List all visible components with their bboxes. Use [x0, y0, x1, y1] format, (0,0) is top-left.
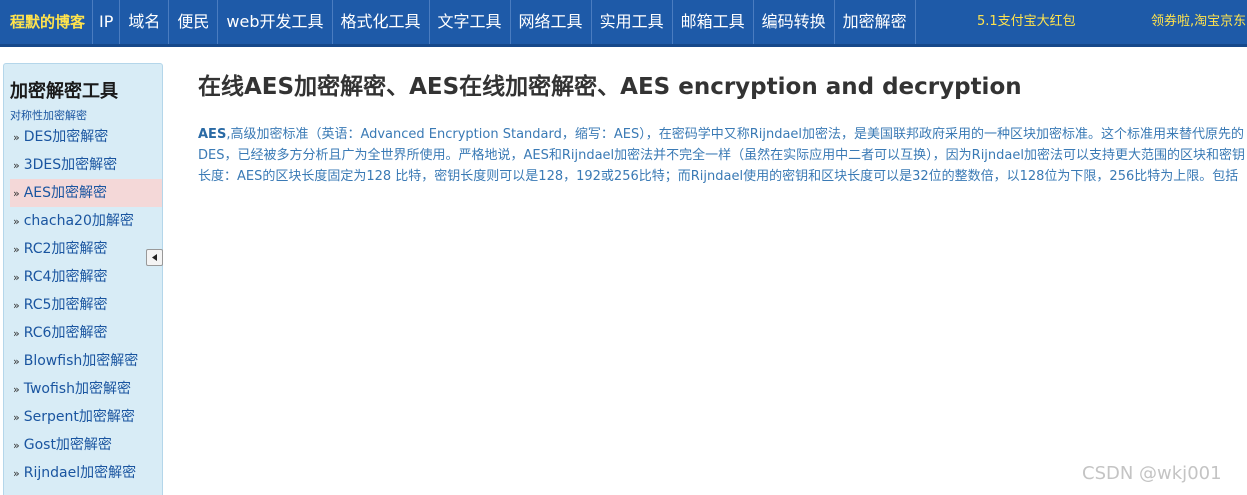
sidebar-item-label: RC2加密解密: [23, 241, 108, 257]
top-navigation: 程默的博客 IP 域名 便民 web开发工具 格式化工具 文字工具 网络工具 实…: [0, 0, 1247, 47]
sidebar-item-label: RC4加密解密: [23, 269, 108, 285]
sidebar: 加密解密工具 对称性加密解密 » DES加密解密» 3DES加密解密» AES加密解密…: [3, 63, 163, 495]
promo-alipay-link[interactable]: 5.1支付宝大红包: [977, 0, 1076, 44]
page-description: AES,高级加密标准（英语：Advanced Encryption Standa…: [198, 124, 1247, 190]
sidebar-item[interactable]: » Twofish加密解密: [10, 375, 162, 403]
sidebar-item[interactable]: » DES加密解密: [10, 123, 162, 151]
sidebar-item[interactable]: » chacha20加解密: [10, 207, 162, 235]
sidebar-item-label: Serpent加密解密: [23, 409, 135, 425]
nav-item-format-tools[interactable]: 格式化工具: [333, 0, 430, 44]
sidebar-list: » DES加密解密» 3DES加密解密» AES加密解密» chacha20加解密» RC…: [10, 123, 162, 487]
nav-item-network-tools[interactable]: 网络工具: [511, 0, 592, 44]
bullet-icon: »: [13, 299, 20, 312]
sidebar-item[interactable]: » RC2加密解密: [10, 235, 162, 263]
bullet-icon: »: [13, 215, 20, 228]
csdn-watermark: CSDN @wkj001: [1082, 463, 1222, 484]
nav-item-convenience[interactable]: 便民: [169, 0, 219, 44]
bullet-icon: »: [13, 439, 20, 452]
sidebar-item[interactable]: » Blowfish加密解密: [10, 347, 162, 375]
sidebar-item-label: DES加密解密: [23, 129, 109, 145]
bullet-icon: »: [13, 271, 20, 284]
sidebar-item[interactable]: » Rijndael加密解密: [10, 459, 162, 487]
sidebar-item-label: RC5加密解密: [23, 297, 108, 313]
sidebar-item-label: Rijndael加密解密: [23, 465, 137, 481]
nav-item-web-dev-tools[interactable]: web开发工具: [218, 0, 333, 44]
sidebar-item-label: RC6加密解密: [23, 325, 108, 341]
sidebar-item[interactable]: » Serpent加密解密: [10, 403, 162, 431]
nav-item-blog[interactable]: 程默的博客: [3, 0, 94, 44]
sidebar-collapse-button[interactable]: [146, 249, 163, 266]
promo-coupon-link[interactable]: 领券啦,淘宝京东: [1151, 0, 1246, 44]
nav-item-email-tools[interactable]: 邮箱工具: [673, 0, 754, 44]
sidebar-item-label: 3DES加密解密: [23, 157, 118, 173]
sidebar-subtitle: 对称性加密解密: [10, 109, 87, 122]
sidebar-item-label: Blowfish加密解密: [23, 353, 139, 369]
sidebar-item[interactable]: » RC6加密解密: [10, 319, 162, 347]
bullet-icon: »: [13, 243, 20, 256]
bullet-icon: »: [13, 467, 20, 480]
nav-item-encoding[interactable]: 编码转换: [754, 0, 835, 44]
bullet-icon: »: [13, 411, 20, 424]
bullet-icon: »: [13, 327, 20, 340]
sidebar-title: 加密解密工具: [10, 81, 118, 102]
sidebar-item-label: Twofish加密解密: [23, 381, 131, 397]
triangle-left-icon: [152, 254, 157, 261]
sidebar-item[interactable]: » RC4加密解密: [10, 263, 162, 291]
sidebar-item-label: AES加密解密: [23, 185, 108, 201]
sidebar-item[interactable]: » RC5加密解密: [10, 291, 162, 319]
page-title: 在线AES加密解密、AES在线加密解密、AES encryption and d…: [198, 74, 1022, 100]
bullet-icon: »: [13, 355, 20, 368]
nav-item-utility-tools[interactable]: 实用工具: [592, 0, 673, 44]
sidebar-item-label: Gost加密解密: [23, 437, 112, 453]
bullet-icon: »: [13, 159, 20, 172]
nav-item-domain[interactable]: 域名: [120, 0, 170, 44]
description-body: ,高级加密标准（英语：Advanced Encryption Standard，…: [198, 127, 1245, 184]
bullet-icon: »: [13, 187, 20, 200]
nav-item-text-tools[interactable]: 文字工具: [430, 0, 511, 44]
nav-list: 程默的博客 IP 域名 便民 web开发工具 格式化工具 文字工具 网络工具 实…: [3, 0, 916, 44]
description-term: AES: [198, 127, 227, 142]
nav-item-crypto[interactable]: 加密解密: [835, 0, 916, 44]
nav-item-ip[interactable]: IP: [93, 0, 121, 44]
sidebar-item-label: chacha20加解密: [23, 213, 134, 229]
bullet-icon: »: [13, 383, 20, 396]
sidebar-item[interactable]: » 3DES加密解密: [10, 151, 162, 179]
bullet-icon: »: [13, 131, 20, 144]
sidebar-item[interactable]: » Gost加密解密: [10, 431, 162, 459]
sidebar-item[interactable]: » AES加密解密: [10, 179, 162, 207]
